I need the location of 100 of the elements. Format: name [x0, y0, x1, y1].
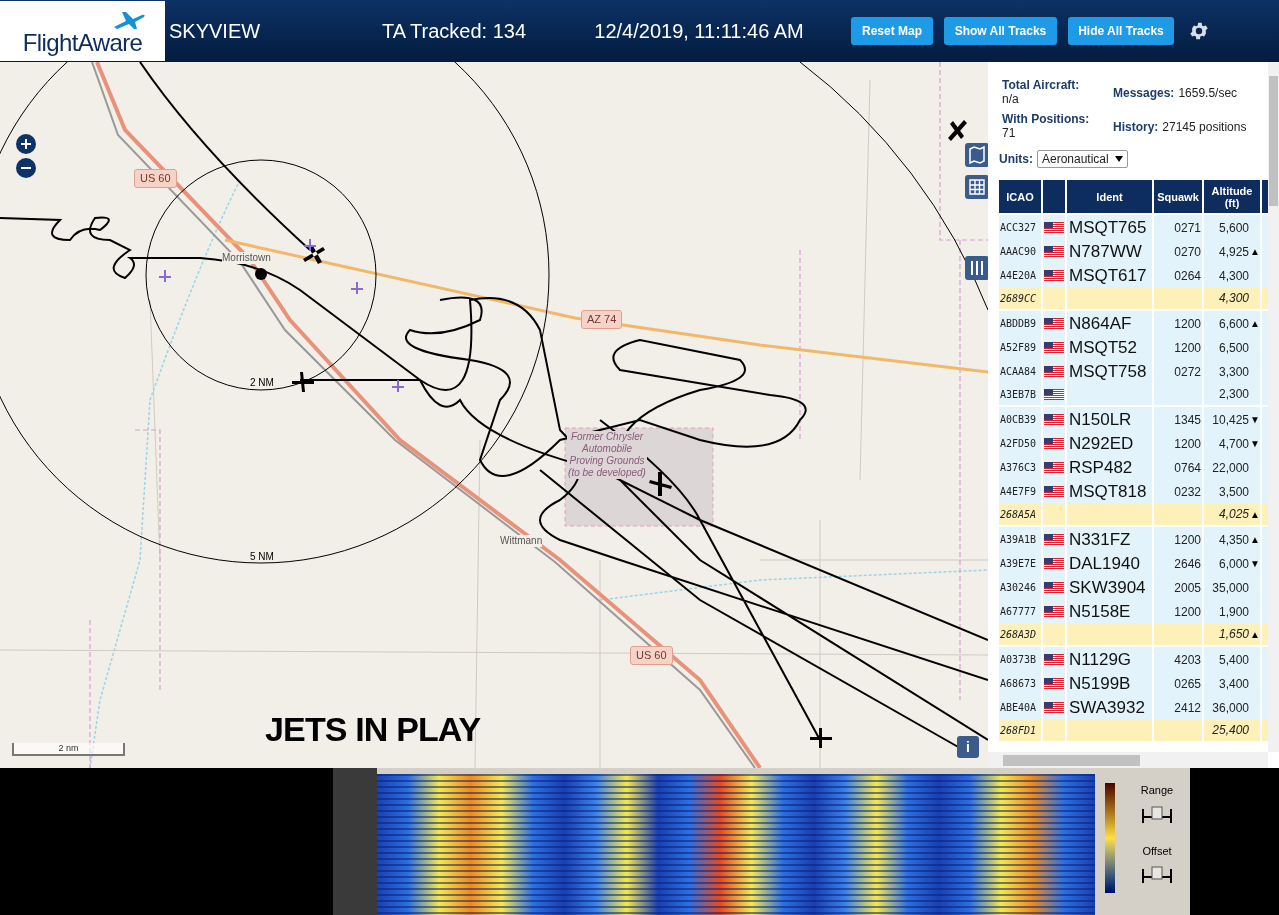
trend-arrow: ▲: [1250, 507, 1260, 522]
table-row[interactable]: A39E7E DAL1940 2646 6,000▼: [999, 551, 1268, 573]
table-cell: N5158E: [1067, 599, 1152, 625]
table-row[interactable]: ABDDB9 N864AF 1200 6,600▲: [999, 311, 1268, 333]
table-row[interactable]: ACC327 MSQT765 0271 5,600: [999, 215, 1268, 237]
table-cell: A0CB39: [999, 407, 1041, 433]
table-row[interactable]: A3EB7B 2,300: [999, 383, 1268, 405]
table-cell-text: 4,025: [1217, 506, 1249, 523]
table-cell-text: 6,600: [1217, 315, 1249, 333]
table-cell: SKW3904: [1067, 575, 1152, 601]
table-cell-text: 5,600: [1217, 219, 1249, 237]
table-cell: MSQT52: [1067, 335, 1152, 361]
table-row[interactable]: ACAA84 MSQT758 0272 3,300: [999, 359, 1268, 381]
table-cell: N5199B: [1067, 671, 1152, 697]
zoom-out-icon[interactable]: [16, 158, 36, 178]
stat-label: Total Aircraft:: [1002, 78, 1080, 92]
table-row[interactable]: A52F89 MSQT52 1200 6,500: [999, 335, 1268, 357]
grid-icon[interactable]: [965, 175, 988, 199]
vertical-scrollbar[interactable]: [1268, 62, 1279, 752]
column-header[interactable]: Ident: [1067, 180, 1152, 213]
table-cell-text: 35,000: [1211, 579, 1249, 597]
table-row[interactable]: ABE40A SWA3932 2412 36,000: [999, 695, 1268, 717]
table-cell-text: 2,300: [1217, 386, 1249, 403]
table-cell-text: 3,300: [1217, 363, 1249, 381]
table-cell-text: 36,000: [1211, 699, 1249, 717]
trend-arrow: ▼: [1250, 413, 1260, 428]
table-cell-text: 4,350: [1217, 531, 1249, 549]
table-cell-text: 22,000: [1211, 459, 1249, 477]
table-row[interactable]: 268A5A 4,025▲: [999, 503, 1268, 525]
table-cell: A39A1B: [999, 527, 1041, 553]
slider-handle[interactable]: [1142, 865, 1172, 885]
stat-label: Messages:: [1113, 86, 1175, 100]
map-view[interactable]: US 60 AZ 74 US 60 Morristown Wittmann 2 NM 5 NM Former Chrysler Automobile Proving Grounds (to be developed) 2 nm JETS IN PLAY i: [0, 62, 988, 768]
table-cell-text: 10,425: [1211, 411, 1249, 429]
table-row[interactable]: A376C3 RSP482 0764 22,000: [999, 455, 1268, 477]
table-cell: A68673: [999, 671, 1041, 697]
table-cell: A4E20A: [999, 263, 1041, 289]
table-cell: A4E7F9: [999, 479, 1041, 505]
zoom-in-icon[interactable]: [16, 134, 36, 154]
table-cell: 2689CC: [999, 287, 1041, 309]
table-cell: SWA3932: [1067, 695, 1152, 721]
table-cell: [1154, 287, 1202, 309]
column-header[interactable]: ICAO: [999, 180, 1041, 213]
table-row[interactable]: 2689CC 4,300: [999, 287, 1268, 309]
table-row[interactable]: 268FD1 25,400: [999, 719, 1268, 741]
table-cell-text: 4,300: [1217, 290, 1249, 307]
units-label: Units:: [999, 151, 1033, 168]
table-cell: 268A3D: [999, 623, 1041, 645]
table-cell: 2412: [1154, 695, 1202, 721]
ring-label: 5 NM: [250, 550, 274, 564]
table-cell: A30246: [999, 575, 1041, 601]
table-cell: 4203: [1154, 647, 1202, 673]
column-header[interactable]: Altitude (ft): [1204, 180, 1260, 213]
table-cell-text: 6,000: [1217, 555, 1249, 573]
trend-arrow: ▲: [1250, 533, 1260, 548]
table-cell: 0272: [1154, 359, 1202, 385]
table-cell: [1154, 503, 1202, 525]
table-cell: ACAA84: [999, 359, 1041, 385]
table-row[interactable]: 268A3D 1,650▲: [999, 623, 1268, 645]
table-cell: 2646: [1154, 551, 1202, 577]
table-row[interactable]: A67777 N5158E 1200 1,900: [999, 599, 1268, 621]
units-dropdown[interactable]: Aeronautical: [1037, 150, 1128, 168]
table-cell: 1200: [1154, 599, 1202, 625]
table-cell: N787WW: [1067, 239, 1152, 265]
table-row[interactable]: A39A1B N331FZ 1200 4,350▲: [999, 527, 1268, 549]
table-row[interactable]: A2FD50 N292ED 1200 4,700▼: [999, 431, 1268, 453]
table-cell: A67777: [999, 599, 1041, 625]
stat-value: n/a: [1002, 92, 1019, 106]
table-cell: MSQT765: [1067, 215, 1152, 241]
table-cell: A39E7E: [999, 551, 1041, 577]
trend-arrow: ▲: [1250, 627, 1260, 642]
column-header[interactable]: Squawk: [1154, 180, 1202, 213]
table-row[interactable]: AAAC90 N787WW 0270 4,925▲: [999, 239, 1268, 261]
trend-arrow: ▲: [1250, 317, 1260, 332]
area-label: Former Chrysler Automobile Proving Grounds (to be developed): [567, 431, 647, 479]
table-cell: 1200: [1154, 335, 1202, 361]
table-cell: MSQT617: [1067, 263, 1152, 289]
trend-arrow: ▲: [1250, 245, 1260, 260]
table-cell-text: 1,900: [1217, 603, 1249, 621]
settings-icon[interactable]: [1188, 20, 1210, 42]
table-row[interactable]: A30246 SKW3904 2005 35,000: [999, 575, 1268, 597]
trend-arrow: ▼: [1250, 557, 1260, 572]
table-row[interactable]: A0373B N1129G 4203 5,400: [999, 647, 1268, 669]
ring-label: 2 NM: [250, 376, 274, 390]
table-cell-text: 3,400: [1217, 675, 1249, 693]
caret-icon: [1114, 156, 1123, 162]
table-row[interactable]: A4E7F9 MSQT818 0232 3,500: [999, 479, 1268, 501]
horizontal-scrollbar[interactable]: [988, 752, 1268, 768]
info-button[interactable]: i: [957, 736, 979, 758]
table-cell: 0271: [1154, 215, 1202, 241]
stat-value: 1659.5/sec: [1178, 86, 1238, 100]
slider-handle[interactable]: [1142, 804, 1172, 825]
table-row[interactable]: A68673 N5199B 0265 3,400: [999, 671, 1268, 693]
table-row[interactable]: A0CB39 N150LR 1345 10,425▼: [999, 407, 1268, 429]
table-cell: 0232: [1154, 479, 1202, 505]
table-cell: 268A5A: [999, 503, 1041, 525]
trend-arrow: ▼: [1250, 437, 1260, 452]
table-row[interactable]: A4E20A MSQT617 0264 4,300: [999, 263, 1268, 285]
columns-icon[interactable]: [965, 256, 988, 280]
map-icon[interactable]: [965, 143, 988, 167]
